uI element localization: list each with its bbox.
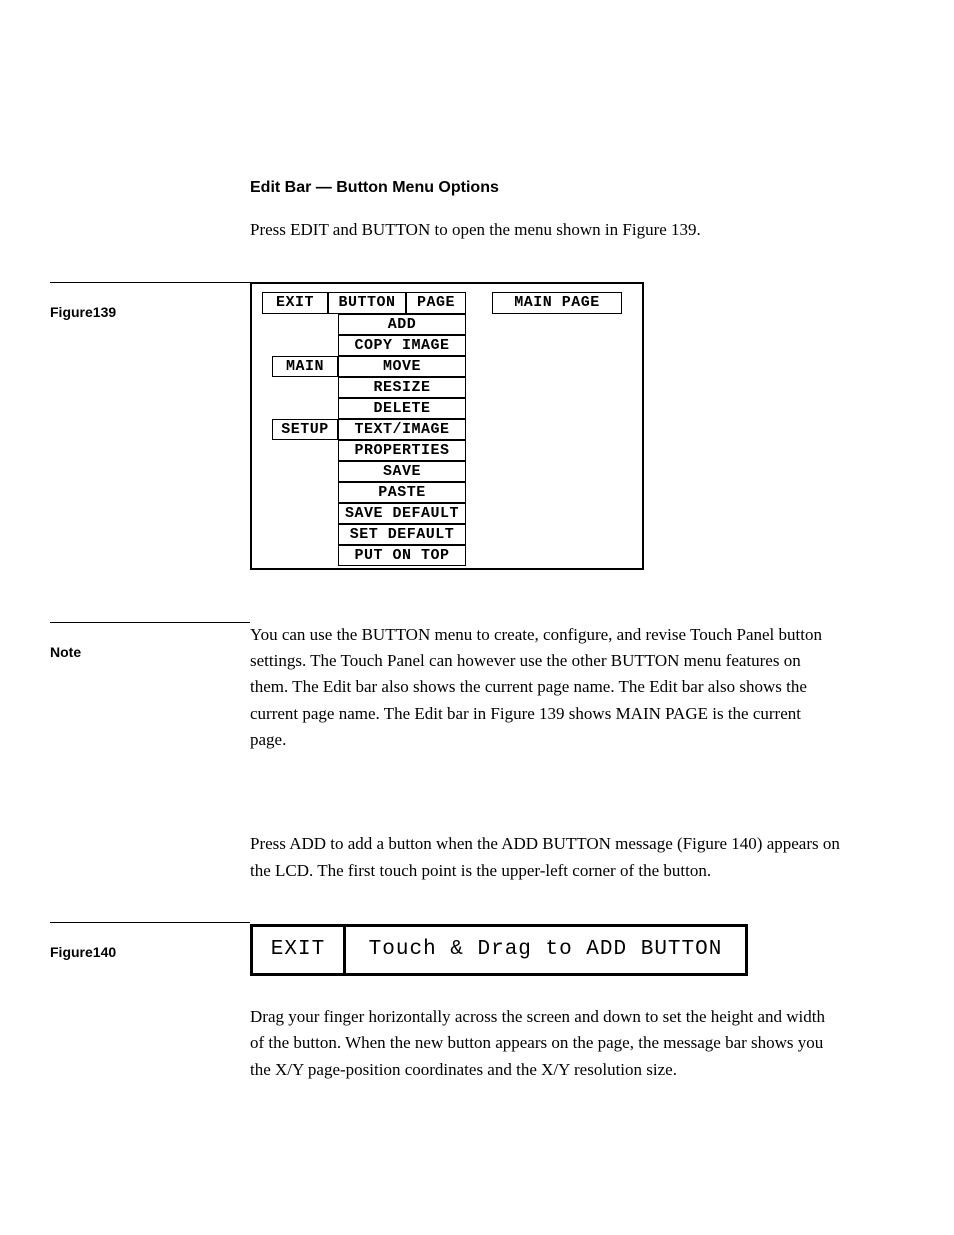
section-title: Edit Bar — Button Menu Options xyxy=(250,176,840,199)
side-main-button[interactable]: MAIN xyxy=(272,356,338,377)
menu-exit-button[interactable]: EXIT xyxy=(262,292,328,314)
menu-item-add[interactable]: ADD xyxy=(338,314,466,335)
note-text: You can use the BUTTON menu to create, c… xyxy=(250,622,840,754)
figure2-caption: Figure140 xyxy=(50,944,116,960)
menu-item-save[interactable]: SAVE xyxy=(338,461,466,482)
menu-item-resize[interactable]: RESIZE xyxy=(338,377,466,398)
menu-item-save-default[interactable]: SAVE DEFAULT xyxy=(338,503,466,524)
side-setup-button[interactable]: SETUP xyxy=(272,419,338,440)
menu-item-copy-image[interactable]: COPY IMAGE xyxy=(338,335,466,356)
page-name-display: MAIN PAGE xyxy=(492,292,622,314)
menu-item-move[interactable]: MOVE xyxy=(338,356,466,377)
figure140-panel: EXIT Touch & Drag to ADD BUTTON xyxy=(250,924,748,976)
intro-text: Press EDIT and BUTTON to open the menu s… xyxy=(250,217,840,243)
drag-text: Drag your finger horizontally across the… xyxy=(250,1004,840,1083)
figure1-caption: Figure139 xyxy=(50,304,116,320)
menu-item-paste[interactable]: PASTE xyxy=(338,482,466,503)
add-intro-text: Press ADD to add a button when the ADD B… xyxy=(250,831,840,884)
menu-item-properties[interactable]: PROPERTIES xyxy=(338,440,466,461)
menu-item-delete[interactable]: DELETE xyxy=(338,398,466,419)
figure139-panel: EXIT BUTTON PAGE MAIN PAGE MAIN SETUP AD… xyxy=(250,282,644,570)
menu-page-button[interactable]: PAGE xyxy=(406,292,466,314)
menu-item-put-on-top[interactable]: PUT ON TOP xyxy=(338,545,466,566)
menu-item-set-default[interactable]: SET DEFAULT xyxy=(338,524,466,545)
menu-button-button[interactable]: BUTTON xyxy=(328,292,406,314)
lcd-exit-button[interactable]: EXIT xyxy=(253,927,346,973)
note-label: Note xyxy=(50,644,81,660)
menu-item-text-image[interactable]: TEXT/IMAGE xyxy=(338,419,466,440)
document-page: Edit Bar — Button Menu Options Press EDI… xyxy=(0,0,954,1235)
lcd-message: Touch & Drag to ADD BUTTON xyxy=(346,927,745,973)
